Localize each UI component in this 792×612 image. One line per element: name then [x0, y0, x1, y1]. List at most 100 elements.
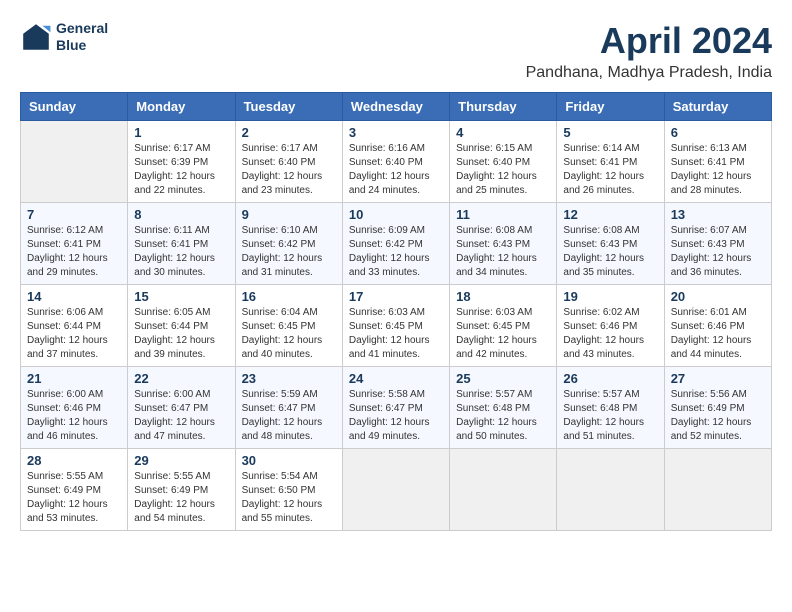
- calendar-cell: 28 Sunrise: 5:55 AMSunset: 6:49 PMDaylig…: [21, 449, 128, 531]
- weekday-header-monday: Monday: [128, 93, 235, 121]
- calendar-cell: 18 Sunrise: 6:03 AMSunset: 6:45 PMDaylig…: [450, 285, 557, 367]
- calendar-cell: 16 Sunrise: 6:04 AMSunset: 6:45 PMDaylig…: [235, 285, 342, 367]
- calendar-cell: 27 Sunrise: 5:56 AMSunset: 6:49 PMDaylig…: [664, 367, 771, 449]
- day-number: 25: [456, 371, 550, 386]
- calendar-week-row: 7 Sunrise: 6:12 AMSunset: 6:41 PMDayligh…: [21, 203, 772, 285]
- day-info: Sunrise: 6:12 AMSunset: 6:41 PMDaylight:…: [27, 224, 121, 280]
- day-number: 16: [242, 289, 336, 304]
- day-info: Sunrise: 5:57 AMSunset: 6:48 PMDaylight:…: [456, 388, 550, 444]
- calendar-week-row: 1 Sunrise: 6:17 AMSunset: 6:39 PMDayligh…: [21, 121, 772, 203]
- day-info: Sunrise: 6:01 AMSunset: 6:46 PMDaylight:…: [671, 306, 765, 362]
- calendar-cell: 30 Sunrise: 5:54 AMSunset: 6:50 PMDaylig…: [235, 449, 342, 531]
- calendar-cell: 17 Sunrise: 6:03 AMSunset: 6:45 PMDaylig…: [342, 285, 449, 367]
- day-number: 5: [563, 125, 657, 140]
- logo: General Blue: [20, 20, 108, 54]
- calendar-cell: [342, 449, 449, 531]
- calendar-header-row: SundayMondayTuesdayWednesdayThursdayFrid…: [21, 93, 772, 121]
- calendar-cell: 13 Sunrise: 6:07 AMSunset: 6:43 PMDaylig…: [664, 203, 771, 285]
- day-info: Sunrise: 6:00 AMSunset: 6:46 PMDaylight:…: [27, 388, 121, 444]
- day-number: 13: [671, 207, 765, 222]
- calendar-cell: 6 Sunrise: 6:13 AMSunset: 6:41 PMDayligh…: [664, 121, 771, 203]
- day-number: 21: [27, 371, 121, 386]
- calendar-cell: 5 Sunrise: 6:14 AMSunset: 6:41 PMDayligh…: [557, 121, 664, 203]
- calendar-cell: 12 Sunrise: 6:08 AMSunset: 6:43 PMDaylig…: [557, 203, 664, 285]
- day-info: Sunrise: 5:55 AMSunset: 6:49 PMDaylight:…: [134, 470, 228, 526]
- weekday-header-wednesday: Wednesday: [342, 93, 449, 121]
- day-number: 24: [349, 371, 443, 386]
- day-info: Sunrise: 6:13 AMSunset: 6:41 PMDaylight:…: [671, 142, 765, 198]
- calendar-cell: [664, 449, 771, 531]
- calendar-week-row: 21 Sunrise: 6:00 AMSunset: 6:46 PMDaylig…: [21, 367, 772, 449]
- day-number: 3: [349, 125, 443, 140]
- calendar-cell: 10 Sunrise: 6:09 AMSunset: 6:42 PMDaylig…: [342, 203, 449, 285]
- day-number: 15: [134, 289, 228, 304]
- header: General Blue April 2024 Pandhana, Madhya…: [20, 20, 772, 82]
- calendar-cell: 20 Sunrise: 6:01 AMSunset: 6:46 PMDaylig…: [664, 285, 771, 367]
- calendar-cell: 29 Sunrise: 5:55 AMSunset: 6:49 PMDaylig…: [128, 449, 235, 531]
- day-number: 10: [349, 207, 443, 222]
- day-info: Sunrise: 6:03 AMSunset: 6:45 PMDaylight:…: [456, 306, 550, 362]
- title-section: April 2024 Pandhana, Madhya Pradesh, Ind…: [526, 20, 772, 82]
- day-number: 6: [671, 125, 765, 140]
- day-number: 27: [671, 371, 765, 386]
- day-number: 22: [134, 371, 228, 386]
- day-number: 19: [563, 289, 657, 304]
- day-number: 7: [27, 207, 121, 222]
- calendar-cell: 19 Sunrise: 6:02 AMSunset: 6:46 PMDaylig…: [557, 285, 664, 367]
- calendar-cell: 8 Sunrise: 6:11 AMSunset: 6:41 PMDayligh…: [128, 203, 235, 285]
- day-number: 28: [27, 453, 121, 468]
- day-number: 8: [134, 207, 228, 222]
- calendar-cell: 3 Sunrise: 6:16 AMSunset: 6:40 PMDayligh…: [342, 121, 449, 203]
- day-number: 1: [134, 125, 228, 140]
- weekday-header-thursday: Thursday: [450, 93, 557, 121]
- day-info: Sunrise: 5:56 AMSunset: 6:49 PMDaylight:…: [671, 388, 765, 444]
- calendar-cell: 4 Sunrise: 6:15 AMSunset: 6:40 PMDayligh…: [450, 121, 557, 203]
- weekday-header-friday: Friday: [557, 93, 664, 121]
- calendar-cell: 9 Sunrise: 6:10 AMSunset: 6:42 PMDayligh…: [235, 203, 342, 285]
- day-info: Sunrise: 6:11 AMSunset: 6:41 PMDaylight:…: [134, 224, 228, 280]
- day-info: Sunrise: 6:07 AMSunset: 6:43 PMDaylight:…: [671, 224, 765, 280]
- calendar-cell: [450, 449, 557, 531]
- day-info: Sunrise: 6:06 AMSunset: 6:44 PMDaylight:…: [27, 306, 121, 362]
- day-number: 11: [456, 207, 550, 222]
- day-info: Sunrise: 5:55 AMSunset: 6:49 PMDaylight:…: [27, 470, 121, 526]
- day-info: Sunrise: 6:10 AMSunset: 6:42 PMDaylight:…: [242, 224, 336, 280]
- day-number: 17: [349, 289, 443, 304]
- location-title: Pandhana, Madhya Pradesh, India: [526, 64, 772, 82]
- day-number: 18: [456, 289, 550, 304]
- day-number: 30: [242, 453, 336, 468]
- day-info: Sunrise: 6:08 AMSunset: 6:43 PMDaylight:…: [456, 224, 550, 280]
- month-title: April 2024: [526, 20, 772, 62]
- weekday-header-saturday: Saturday: [664, 93, 771, 121]
- calendar-cell: 25 Sunrise: 5:57 AMSunset: 6:48 PMDaylig…: [450, 367, 557, 449]
- calendar-cell: [557, 449, 664, 531]
- calendar-cell: 14 Sunrise: 6:06 AMSunset: 6:44 PMDaylig…: [21, 285, 128, 367]
- calendar-cell: 15 Sunrise: 6:05 AMSunset: 6:44 PMDaylig…: [128, 285, 235, 367]
- day-info: Sunrise: 6:03 AMSunset: 6:45 PMDaylight:…: [349, 306, 443, 362]
- calendar-cell: 23 Sunrise: 5:59 AMSunset: 6:47 PMDaylig…: [235, 367, 342, 449]
- weekday-header-sunday: Sunday: [21, 93, 128, 121]
- day-info: Sunrise: 6:04 AMSunset: 6:45 PMDaylight:…: [242, 306, 336, 362]
- day-info: Sunrise: 5:54 AMSunset: 6:50 PMDaylight:…: [242, 470, 336, 526]
- calendar-cell: 2 Sunrise: 6:17 AMSunset: 6:40 PMDayligh…: [235, 121, 342, 203]
- day-info: Sunrise: 6:15 AMSunset: 6:40 PMDaylight:…: [456, 142, 550, 198]
- day-number: 26: [563, 371, 657, 386]
- day-info: Sunrise: 6:00 AMSunset: 6:47 PMDaylight:…: [134, 388, 228, 444]
- day-info: Sunrise: 6:16 AMSunset: 6:40 PMDaylight:…: [349, 142, 443, 198]
- day-number: 20: [671, 289, 765, 304]
- calendar-cell: [21, 121, 128, 203]
- day-info: Sunrise: 6:17 AMSunset: 6:39 PMDaylight:…: [134, 142, 228, 198]
- day-info: Sunrise: 6:08 AMSunset: 6:43 PMDaylight:…: [563, 224, 657, 280]
- calendar-cell: 11 Sunrise: 6:08 AMSunset: 6:43 PMDaylig…: [450, 203, 557, 285]
- day-number: 9: [242, 207, 336, 222]
- calendar-week-row: 28 Sunrise: 5:55 AMSunset: 6:49 PMDaylig…: [21, 449, 772, 531]
- day-info: Sunrise: 6:14 AMSunset: 6:41 PMDaylight:…: [563, 142, 657, 198]
- calendar-cell: 26 Sunrise: 5:57 AMSunset: 6:48 PMDaylig…: [557, 367, 664, 449]
- day-number: 12: [563, 207, 657, 222]
- calendar-cell: 7 Sunrise: 6:12 AMSunset: 6:41 PMDayligh…: [21, 203, 128, 285]
- day-number: 4: [456, 125, 550, 140]
- calendar-cell: 21 Sunrise: 6:00 AMSunset: 6:46 PMDaylig…: [21, 367, 128, 449]
- weekday-header-tuesday: Tuesday: [235, 93, 342, 121]
- calendar-week-row: 14 Sunrise: 6:06 AMSunset: 6:44 PMDaylig…: [21, 285, 772, 367]
- day-number: 23: [242, 371, 336, 386]
